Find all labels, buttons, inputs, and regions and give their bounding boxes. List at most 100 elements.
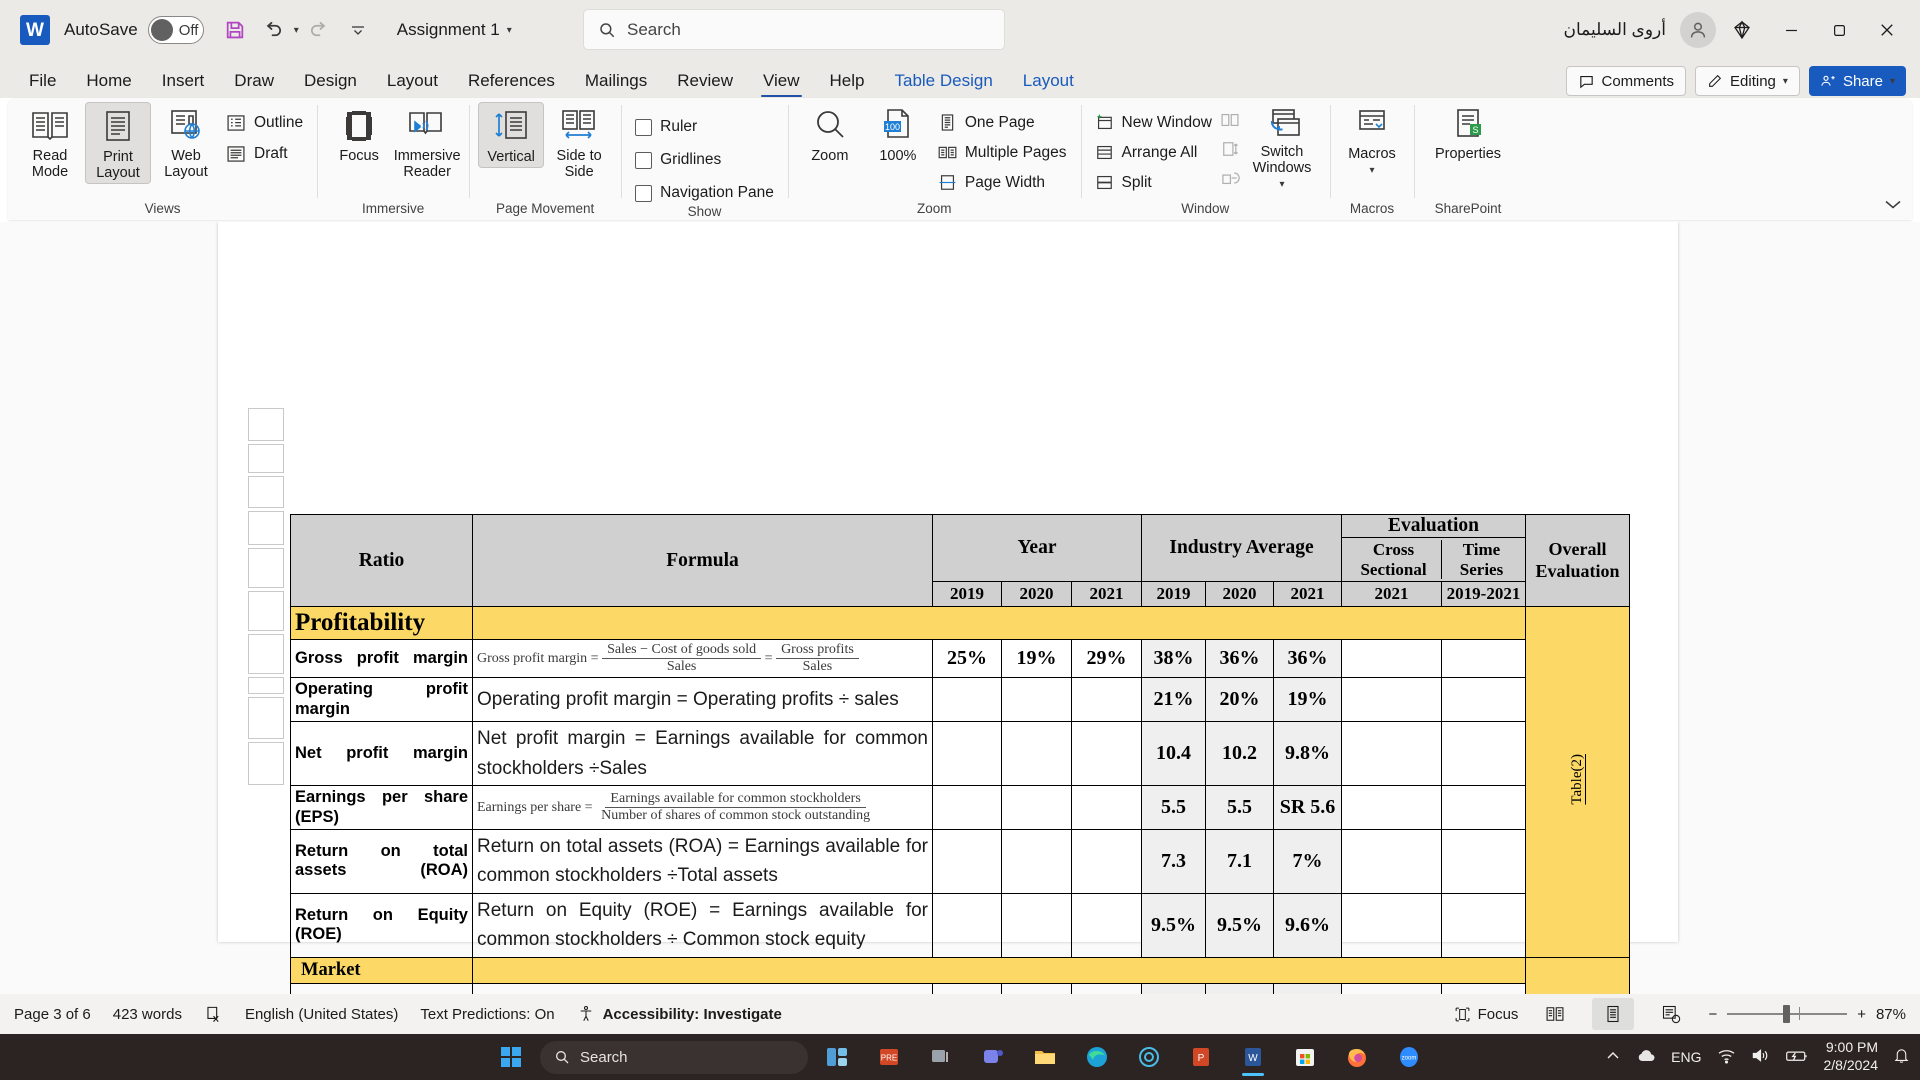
search-input[interactable]: Search [583, 9, 1005, 50]
side-to-side-button[interactable]: Side to Side [546, 102, 612, 182]
firefox-icon[interactable] [1334, 1037, 1380, 1077]
tab-references[interactable]: References [453, 64, 570, 98]
multiple-pages-button[interactable]: Multiple Pages [933, 141, 1072, 164]
outline-view-button[interactable]: Outline [221, 111, 308, 135]
row-mark[interactable] [248, 511, 284, 545]
table-row[interactable]: Net profit margin Net profit margin = Ea… [290, 721, 1630, 787]
accessibility-status[interactable]: Accessibility: Investigate [577, 1005, 782, 1023]
tab-table-design[interactable]: Table Design [880, 64, 1008, 98]
macros-button[interactable]: Macros ▾ [1339, 102, 1405, 178]
taskbar-clock[interactable]: 9:00 PM 2/8/2024 [1824, 1039, 1879, 1075]
windows-start-icon[interactable] [488, 1037, 534, 1077]
row-mark[interactable] [248, 742, 284, 785]
powerpoint-pre-icon[interactable]: PRE [866, 1037, 912, 1077]
row-mark[interactable] [248, 408, 284, 441]
tab-design[interactable]: Design [289, 64, 372, 98]
row-mark[interactable] [248, 634, 284, 674]
page-width-button[interactable]: Page Width [933, 171, 1072, 194]
vertical-movement-button[interactable]: Vertical [478, 102, 545, 169]
microsoft-edge-icon[interactable] [1074, 1037, 1120, 1077]
onedrive-icon[interactable] [1636, 1048, 1656, 1067]
new-window-button[interactable]: New Window [1090, 111, 1217, 134]
row-mark[interactable] [248, 476, 284, 508]
keyboard-language-indicator[interactable]: ENG [1671, 1049, 1701, 1065]
zoom-slider-thumb[interactable] [1783, 1005, 1791, 1023]
synchronous-scrolling-icon[interactable] [1219, 139, 1241, 159]
volume-icon[interactable] [1751, 1047, 1770, 1067]
immersive-reader-button[interactable]: Immersive Reader [394, 102, 461, 182]
table-row[interactable]: Price/earnings (PE) ratio Price Earnings… [290, 982, 1630, 994]
read-mode-view-button[interactable] [1534, 998, 1576, 1030]
zoom-slider-track[interactable] [1727, 1005, 1848, 1023]
tab-help[interactable]: Help [815, 64, 880, 98]
restore-button[interactable] [1816, 1, 1862, 59]
one-page-button[interactable]: One Page [933, 111, 1072, 134]
table-row[interactable]: Return on total assets (ROA) Return on t… [290, 829, 1630, 894]
task-view-icon[interactable] [918, 1037, 964, 1077]
account-avatar-icon[interactable] [1680, 12, 1716, 48]
powerpoint-icon[interactable]: P [1178, 1037, 1224, 1077]
ratio-analysis-table[interactable]: Ratio Formula Year Industry Average Eval… [290, 513, 1630, 994]
properties-button[interactable]: S Properties [1423, 102, 1513, 164]
language-status[interactable]: English (United States) [245, 1006, 398, 1023]
overall-evaluation-profitability[interactable]: Table(2) [1525, 606, 1630, 958]
redo-icon[interactable] [303, 13, 337, 47]
ruler-checkbox[interactable]: Ruler [630, 116, 779, 138]
word-count-status[interactable]: 423 words [113, 1006, 182, 1023]
tab-insert[interactable]: Insert [147, 64, 220, 98]
tab-table-layout[interactable]: Layout [1008, 64, 1089, 98]
focus-button[interactable]: Focus [326, 102, 392, 166]
tab-view[interactable]: View [748, 64, 815, 98]
document-canvas[interactable]: Ratio Formula Year Industry Average Eval… [0, 222, 1920, 994]
tab-review[interactable]: Review [662, 64, 748, 98]
document-title-button[interactable]: Assignment 1 ▾ [397, 20, 512, 40]
table-row[interactable]: Earnings per share (EPS) Earnings per sh… [290, 785, 1630, 831]
zoom-level-label[interactable]: 87% [1876, 1006, 1906, 1023]
print-layout-button[interactable]: Print Layout [85, 102, 151, 185]
microsoft-365-diamond-icon[interactable] [1718, 10, 1766, 50]
page-number-status[interactable]: Page 3 of 6 [14, 1006, 91, 1023]
autosave-toggle[interactable]: Off [147, 16, 204, 44]
table-row[interactable]: Return on Equity (ROE) Return on Equity … [290, 892, 1630, 958]
file-explorer-icon[interactable] [1022, 1037, 1068, 1077]
undo-icon[interactable] [256, 13, 290, 47]
widgets-icon[interactable] [814, 1037, 860, 1077]
undo-dropdown-chevron-icon[interactable]: ▾ [294, 25, 299, 36]
customize-quick-access-toolbar-icon[interactable] [341, 13, 375, 47]
view-side-by-side-icon[interactable] [1219, 110, 1241, 130]
row-mark[interactable] [248, 697, 284, 739]
navigation-pane-checkbox[interactable]: Navigation Pane [630, 182, 779, 204]
zoom-icon[interactable]: zoom [1386, 1037, 1432, 1077]
web-layout-view-button[interactable] [1650, 998, 1692, 1030]
overall-evaluation-market[interactable]: Table(2) [1525, 956, 1630, 994]
arrange-all-button[interactable]: Arrange All [1090, 141, 1217, 164]
read-mode-button[interactable]: Read Mode [17, 102, 83, 182]
print-layout-view-button[interactable] [1592, 998, 1635, 1030]
settings-icon[interactable] [1126, 1037, 1172, 1077]
zoom-100-button[interactable]: 100 100% [865, 102, 931, 166]
save-icon[interactable] [218, 13, 252, 47]
document-title-chevron-down-icon[interactable]: ▾ [507, 25, 512, 36]
row-mark[interactable] [248, 548, 284, 588]
teams-icon[interactable] [970, 1037, 1016, 1077]
tab-layout[interactable]: Layout [372, 64, 453, 98]
word-icon[interactable]: W [1230, 1037, 1276, 1077]
notification-bell-icon[interactable] [1893, 1047, 1910, 1067]
comments-button[interactable]: Comments [1565, 66, 1687, 96]
microsoft-store-icon[interactable] [1282, 1037, 1328, 1077]
tab-home[interactable]: Home [71, 64, 146, 98]
row-mark[interactable] [248, 444, 284, 473]
tab-mailings[interactable]: Mailings [570, 64, 662, 98]
row-mark[interactable] [248, 677, 284, 694]
editing-mode-button[interactable]: Editing ▾ [1695, 66, 1800, 96]
zoom-slider[interactable]: − + 87% [1708, 1005, 1906, 1023]
taskbar-search-box[interactable]: Search [540, 1040, 808, 1074]
battery-charging-icon[interactable] [1785, 1048, 1809, 1067]
row-mark[interactable] [248, 591, 284, 631]
draft-view-button[interactable]: Draft [221, 142, 308, 166]
split-button[interactable]: Split [1090, 171, 1217, 194]
minimize-button[interactable] [1768, 1, 1814, 59]
focus-mode-button[interactable]: Focus [1454, 1006, 1518, 1023]
show-hidden-icons-chevron-icon[interactable] [1605, 1048, 1621, 1067]
web-layout-button[interactable]: Web Layout [153, 102, 219, 182]
